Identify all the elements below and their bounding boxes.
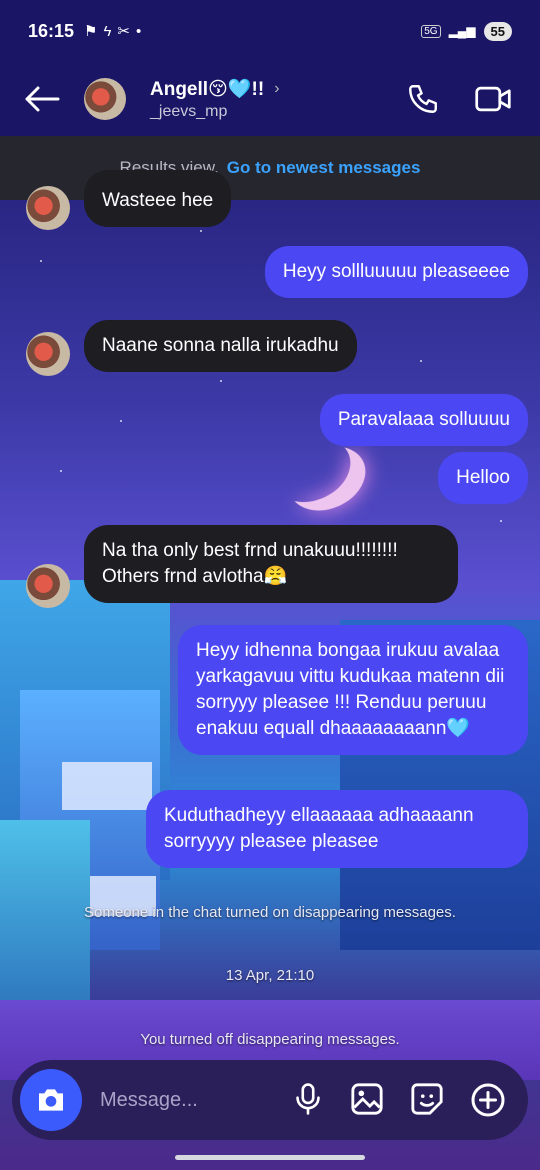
- battery-indicator: 55: [483, 21, 512, 41]
- video-call-button[interactable]: [474, 82, 512, 116]
- sticker-button[interactable]: [410, 1082, 444, 1118]
- image-icon: [351, 1083, 383, 1115]
- sender-avatar[interactable]: [26, 564, 70, 608]
- more-options-button[interactable]: [470, 1082, 506, 1118]
- contact-username: _jeevs_mp: [150, 103, 228, 120]
- sender-avatar[interactable]: [26, 332, 70, 376]
- sender-avatar[interactable]: [26, 186, 70, 230]
- voice-call-button[interactable]: [406, 82, 440, 116]
- message-bubble-outgoing[interactable]: Kuduthadheyy ellaaaaaa adhaaaann sorryyy…: [146, 790, 528, 868]
- microphone-icon: [296, 1083, 320, 1115]
- camera-icon: [39, 1089, 63, 1111]
- chevron-right-icon: ›: [274, 80, 280, 97]
- message-bubble-outgoing[interactable]: Heyy idhenna bongaa irukuu avalaa yarkag…: [178, 625, 528, 755]
- chat-header: Angell😚🩵!! › _jeevs_mp: [0, 62, 540, 136]
- voice-message-button[interactable]: [292, 1082, 324, 1118]
- message-bubble-outgoing[interactable]: Heyy sollluuuuu pleaseeee: [264, 246, 528, 298]
- back-button[interactable]: [0, 85, 84, 113]
- back-arrow-icon: [25, 86, 60, 112]
- contact-info[interactable]: Angell😚🩵!! › _jeevs_mp: [150, 77, 280, 121]
- message-bubble-incoming[interactable]: Wasteee hee: [84, 170, 232, 227]
- system-message-disappearing-on: Someone in the chat turned on disappeari…: [84, 904, 456, 921]
- camera-button[interactable]: [20, 1069, 82, 1131]
- status-bar: 16:15 ⚑ϟ✂• 5G ▂▄▆ 55: [0, 0, 540, 62]
- status-time: 16:15: [28, 20, 75, 41]
- message-input[interactable]: Message...: [100, 1089, 198, 1112]
- contact-name: Angell😚🩵!!: [150, 79, 265, 100]
- message-composer: Message...: [12, 1060, 528, 1140]
- message-timestamp: 13 Apr, 21:10: [225, 967, 315, 984]
- message-bubble-incoming[interactable]: Naane sonna nalla irukadhu: [84, 320, 357, 372]
- plus-circle-icon: [471, 1083, 505, 1117]
- message-bubble-outgoing[interactable]: Paravalaaa solluuuu: [319, 394, 528, 446]
- phone-icon: [409, 85, 437, 113]
- gallery-button[interactable]: [350, 1082, 384, 1118]
- sticker-icon: [411, 1083, 443, 1115]
- message-bubble-incoming[interactable]: Na tha only best frnd unakuuu!!!!!!!! Ot…: [84, 525, 458, 603]
- message-bubble-outgoing[interactable]: Helloo: [438, 452, 528, 504]
- signal-icon: ▂▄▆: [448, 24, 476, 38]
- video-camera-icon: [475, 86, 511, 112]
- contact-avatar[interactable]: [84, 78, 126, 120]
- system-message-disappearing-off: You turned off disappearing messages.: [140, 1031, 400, 1048]
- results-banner: Results view. Go to newest messages: [0, 136, 540, 200]
- go-to-newest-link[interactable]: Go to newest messages: [227, 158, 421, 178]
- network-label: 5G: [421, 24, 441, 38]
- home-indicator[interactable]: [175, 1155, 365, 1160]
- notification-icons: ⚑ϟ✂•: [84, 23, 148, 40]
